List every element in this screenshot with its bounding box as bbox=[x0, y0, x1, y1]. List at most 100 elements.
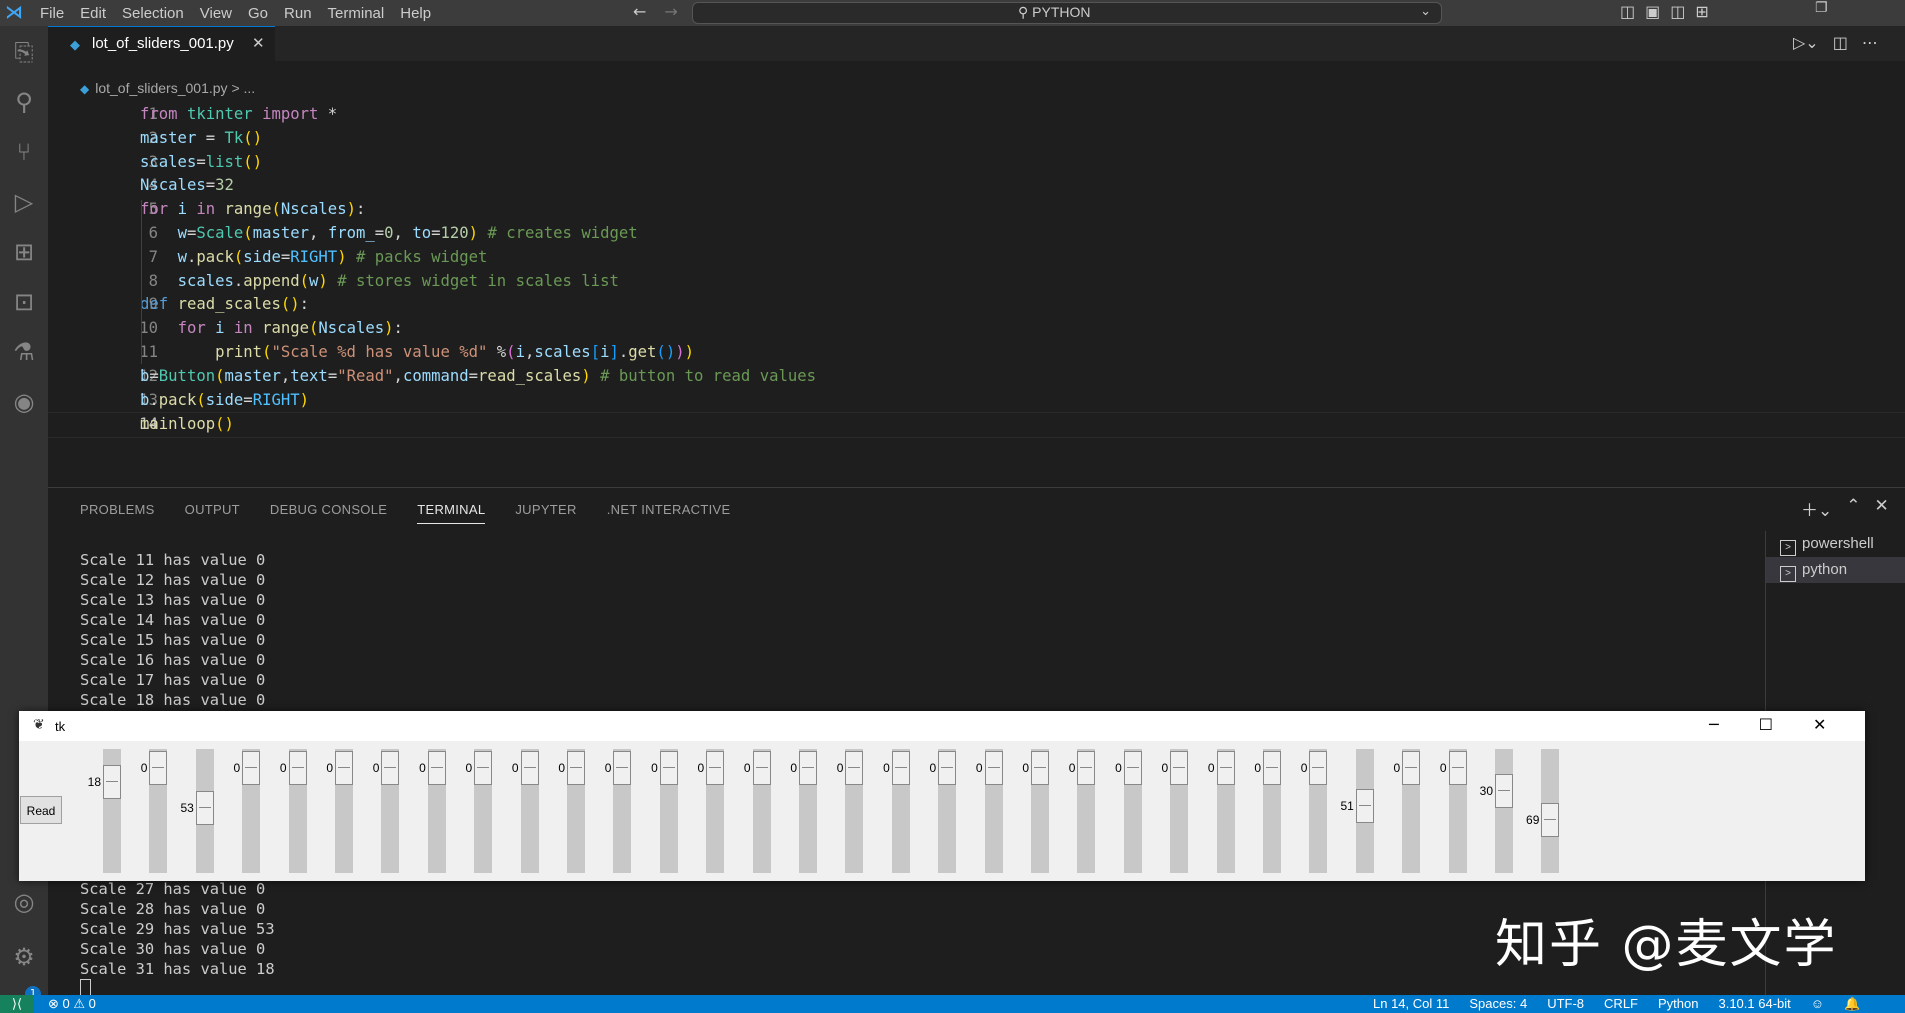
scale-widget[interactable]: 0 bbox=[1053, 749, 1099, 873]
scale-slider-handle[interactable] bbox=[1355, 789, 1374, 824]
scale-widget[interactable]: 0 bbox=[404, 749, 450, 873]
scale-slider-handle[interactable] bbox=[1448, 751, 1467, 785]
scale-widget[interactable]: 0 bbox=[636, 749, 682, 873]
code-line[interactable]: 8 scales.append(w) # stores widget in sc… bbox=[48, 270, 1905, 294]
code-line[interactable]: 12 b=Button(master,text="Read",command=re… bbox=[48, 365, 1905, 389]
code-line[interactable]: 10 for i in range(Nscales): bbox=[48, 317, 1905, 341]
end-of-line[interactable]: CRLF bbox=[1604, 996, 1638, 1012]
scale-widget[interactable]: 53 bbox=[172, 749, 218, 873]
minimize-icon[interactable]: ─ bbox=[1709, 715, 1719, 734]
scale-widget[interactable]: 0 bbox=[1100, 749, 1146, 873]
scale-widget[interactable]: 0 bbox=[775, 749, 821, 873]
indentation[interactable]: Spaces: 4 bbox=[1469, 996, 1527, 1012]
scale-slider-handle[interactable] bbox=[891, 751, 910, 785]
scale-slider-handle[interactable] bbox=[1495, 773, 1513, 808]
scale-slider-handle[interactable] bbox=[1541, 802, 1560, 837]
close-icon[interactable]: ✕ bbox=[252, 34, 265, 52]
scale-widget[interactable]: 0 bbox=[1193, 749, 1239, 873]
scale-slider-handle[interactable] bbox=[242, 751, 261, 785]
menu-selection[interactable]: Selection bbox=[122, 5, 184, 22]
scale-widget[interactable]: 0 bbox=[821, 749, 867, 873]
scale-slider-handle[interactable] bbox=[845, 751, 864, 785]
scale-widget[interactable]: 0 bbox=[1146, 749, 1192, 873]
notifications-bell-icon[interactable]: 🔔 bbox=[1844, 996, 1860, 1012]
tab-lot-of-sliders[interactable]: ◆ lot_of_sliders_001.py ✕ bbox=[48, 26, 275, 62]
search-icon[interactable]: ⚲ bbox=[8, 86, 40, 118]
extensions-icon[interactable]: ⊞ bbox=[8, 236, 40, 268]
scale-slider-handle[interactable] bbox=[1123, 751, 1142, 785]
run-python-file-icon[interactable]: ▷⌄ bbox=[1793, 33, 1819, 52]
python-interpreter[interactable]: 3.10.1 64-bit bbox=[1718, 996, 1790, 1012]
code-line[interactable]: 4 Nscales=32 bbox=[48, 174, 1905, 198]
menu-help[interactable]: Help bbox=[400, 5, 431, 22]
run-debug-icon[interactable]: ▷ bbox=[8, 186, 40, 218]
scale-widget[interactable]: 0 bbox=[125, 749, 171, 873]
read-button[interactable]: Read bbox=[20, 796, 62, 824]
forward-arrow-icon[interactable]: → bbox=[664, 2, 677, 21]
scale-widget[interactable]: 0 bbox=[1239, 749, 1285, 873]
scale-widget[interactable]: 0 bbox=[543, 749, 589, 873]
terminal-output-bottom[interactable]: Scale 27 has value 0 Scale 28 has value … bbox=[80, 879, 275, 999]
scale-slider-handle[interactable] bbox=[288, 751, 307, 785]
scale-slider-handle[interactable] bbox=[659, 751, 678, 785]
scale-slider-handle[interactable] bbox=[1170, 751, 1189, 785]
scale-widget[interactable]: 0 bbox=[497, 749, 543, 873]
scale-slider-handle[interactable] bbox=[381, 751, 400, 785]
encoding[interactable]: UTF-8 bbox=[1547, 996, 1584, 1012]
scale-slider-handle[interactable] bbox=[799, 751, 817, 785]
scale-widget[interactable]: 0 bbox=[357, 749, 403, 873]
restore-window-icon[interactable]: ❐ bbox=[1815, 0, 1828, 16]
terminal-item-powershell[interactable]: > powershell bbox=[1766, 531, 1905, 557]
scale-widget[interactable]: 0 bbox=[729, 749, 775, 873]
files-icon[interactable]: ⎘ bbox=[8, 36, 40, 68]
terminal-item-python[interactable]: > python bbox=[1766, 557, 1905, 583]
breadcrumb-file[interactable]: lot_of_sliders_001.py bbox=[95, 80, 227, 96]
tab-terminal[interactable]: TERMINAL bbox=[417, 502, 486, 524]
code-line[interactable]: 1 from tkinter import * bbox=[48, 103, 1905, 127]
code-editor[interactable]: 1 from tkinter import * 2 master = Tk() 3 sca… bbox=[48, 103, 1905, 439]
language-mode[interactable]: Python bbox=[1658, 996, 1698, 1012]
scale-slider-handle[interactable] bbox=[1216, 751, 1235, 785]
command-center[interactable]: ⚲ PYTHON ⌄ bbox=[692, 2, 1442, 24]
scale-widget[interactable]: 0 bbox=[1378, 749, 1424, 873]
remote-indicator-icon[interactable]: ⟩⟨ bbox=[0, 995, 34, 1013]
scale-widget[interactable]: 0 bbox=[1007, 749, 1053, 873]
testing-icon[interactable]: ⚗ bbox=[8, 336, 40, 368]
scale-slider-handle[interactable] bbox=[1031, 751, 1049, 785]
scale-widget[interactable]: 0 bbox=[961, 749, 1007, 873]
toggle-panel-icon[interactable]: ▣ bbox=[1645, 2, 1660, 21]
scale-widget[interactable]: 0 bbox=[1425, 749, 1471, 873]
code-line[interactable]: 6 w=Scale(master, from_=0, to=120) # cre… bbox=[48, 222, 1905, 246]
feedback-icon[interactable]: ☺ bbox=[1811, 996, 1824, 1012]
menu-view[interactable]: View bbox=[200, 5, 232, 22]
code-line[interactable]: 13 b.pack(side=RIGHT) bbox=[48, 389, 1905, 413]
scale-slider-handle[interactable] bbox=[474, 751, 493, 785]
scale-slider-handle[interactable] bbox=[706, 751, 725, 785]
scale-slider-handle[interactable] bbox=[335, 751, 353, 785]
scale-slider-handle[interactable] bbox=[1263, 751, 1281, 785]
scale-widget[interactable]: 18 bbox=[79, 749, 125, 873]
scale-widget[interactable]: 0 bbox=[450, 749, 496, 873]
scale-slider-handle[interactable] bbox=[103, 764, 121, 799]
maximize-panel-icon[interactable]: ⌃ bbox=[1846, 496, 1860, 521]
cursor-position[interactable]: Ln 14, Col 11 bbox=[1373, 996, 1449, 1012]
scale-slider-handle[interactable] bbox=[520, 751, 539, 785]
menu-run[interactable]: Run bbox=[284, 5, 312, 22]
scale-widget[interactable]: 0 bbox=[311, 749, 357, 873]
more-actions-icon[interactable]: ⋯ bbox=[1862, 33, 1878, 52]
menu-file[interactable]: File bbox=[40, 5, 64, 22]
scale-widget[interactable]: 51 bbox=[1332, 749, 1378, 873]
tab-output[interactable]: OUTPUT bbox=[185, 502, 240, 524]
code-line[interactable]: 2 master = Tk() bbox=[48, 127, 1905, 151]
scale-slider-handle[interactable] bbox=[1077, 751, 1096, 785]
scale-widget[interactable]: 69 bbox=[1517, 749, 1563, 873]
scale-widget[interactable]: 0 bbox=[1285, 749, 1331, 873]
tab-jupyter[interactable]: JUPYTER bbox=[515, 502, 576, 524]
menu-edit[interactable]: Edit bbox=[80, 5, 106, 22]
customize-layout-icon[interactable]: ⊞ bbox=[1695, 2, 1708, 21]
scale-slider-handle[interactable] bbox=[938, 751, 957, 785]
scale-slider-handle[interactable] bbox=[1309, 751, 1328, 785]
scale-widget[interactable]: 0 bbox=[682, 749, 728, 873]
scale-slider-handle[interactable] bbox=[984, 751, 1003, 785]
scale-trough[interactable] bbox=[1495, 749, 1513, 873]
